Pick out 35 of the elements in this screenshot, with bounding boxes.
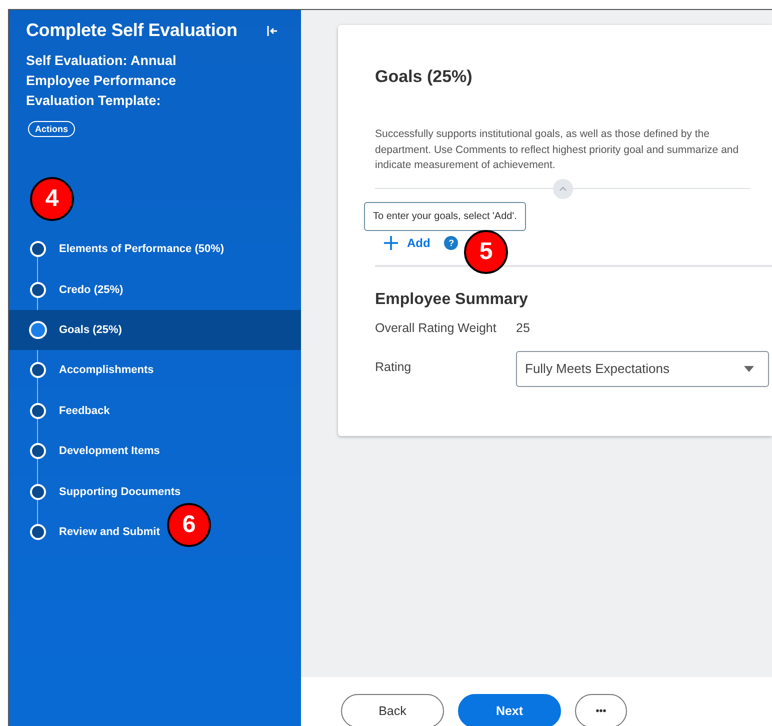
more-button[interactable]: ••• bbox=[575, 694, 627, 726]
step-item[interactable]: Accomplishments bbox=[30, 362, 154, 378]
step-item[interactable]: Development Items bbox=[30, 443, 160, 460]
caret-icon bbox=[744, 366, 754, 372]
step-circle-icon bbox=[29, 320, 47, 339]
field-value: 25 bbox=[516, 320, 530, 334]
step-circle-icon bbox=[30, 282, 46, 298]
step-circle-icon bbox=[30, 241, 46, 258]
field-label: Rating bbox=[375, 360, 412, 374]
step-circle-icon bbox=[30, 443, 46, 460]
step-circle-icon bbox=[30, 484, 46, 500]
step-circle-icon bbox=[30, 524, 46, 540]
step-circle-icon bbox=[30, 362, 46, 378]
section-title: Goals (25%) bbox=[375, 67, 474, 87]
back-button[interactable]: Back bbox=[341, 694, 444, 726]
collapse-icon[interactable] bbox=[266, 24, 278, 36]
sidebar-subtitle: Self Evaluation: Annual Employee Performance Evaluation Template: bbox=[25, 52, 178, 110]
actions-button[interactable]: Actions bbox=[28, 121, 76, 137]
field-label: Overall Rating Weight bbox=[375, 320, 498, 334]
help-icon[interactable]: ? bbox=[444, 236, 458, 250]
step-item[interactable]: Credo (25%) bbox=[30, 282, 124, 298]
add-button[interactable]: Add bbox=[375, 236, 430, 250]
next-button[interactable]: Next bbox=[458, 694, 561, 726]
rating-dropdown[interactable]: Fully Meets Expectations bbox=[516, 350, 769, 386]
summary-title: Employee Summary bbox=[375, 290, 529, 308]
step-item[interactable]: Review and Submit bbox=[30, 524, 160, 540]
step-item[interactable]: Elements of Performance (50%) bbox=[30, 241, 224, 258]
step-item[interactable]: Feedback bbox=[30, 402, 110, 419]
section-description: Successfully supports institutional goals, as well as those defined by the department. Use Comments to reflect highest priority goal and summarize and indicate measurement of achievement. bbox=[375, 127, 740, 173]
step-item[interactable]: Supporting Documents bbox=[30, 484, 181, 500]
step-item[interactable]: Goals (25%) bbox=[30, 320, 122, 339]
tooltip: To enter your goals, select 'Add'. bbox=[364, 202, 526, 230]
plus-icon bbox=[384, 236, 398, 250]
step-circle-icon bbox=[30, 402, 46, 419]
sidebar-title: Complete Self Evaluation bbox=[26, 20, 238, 41]
